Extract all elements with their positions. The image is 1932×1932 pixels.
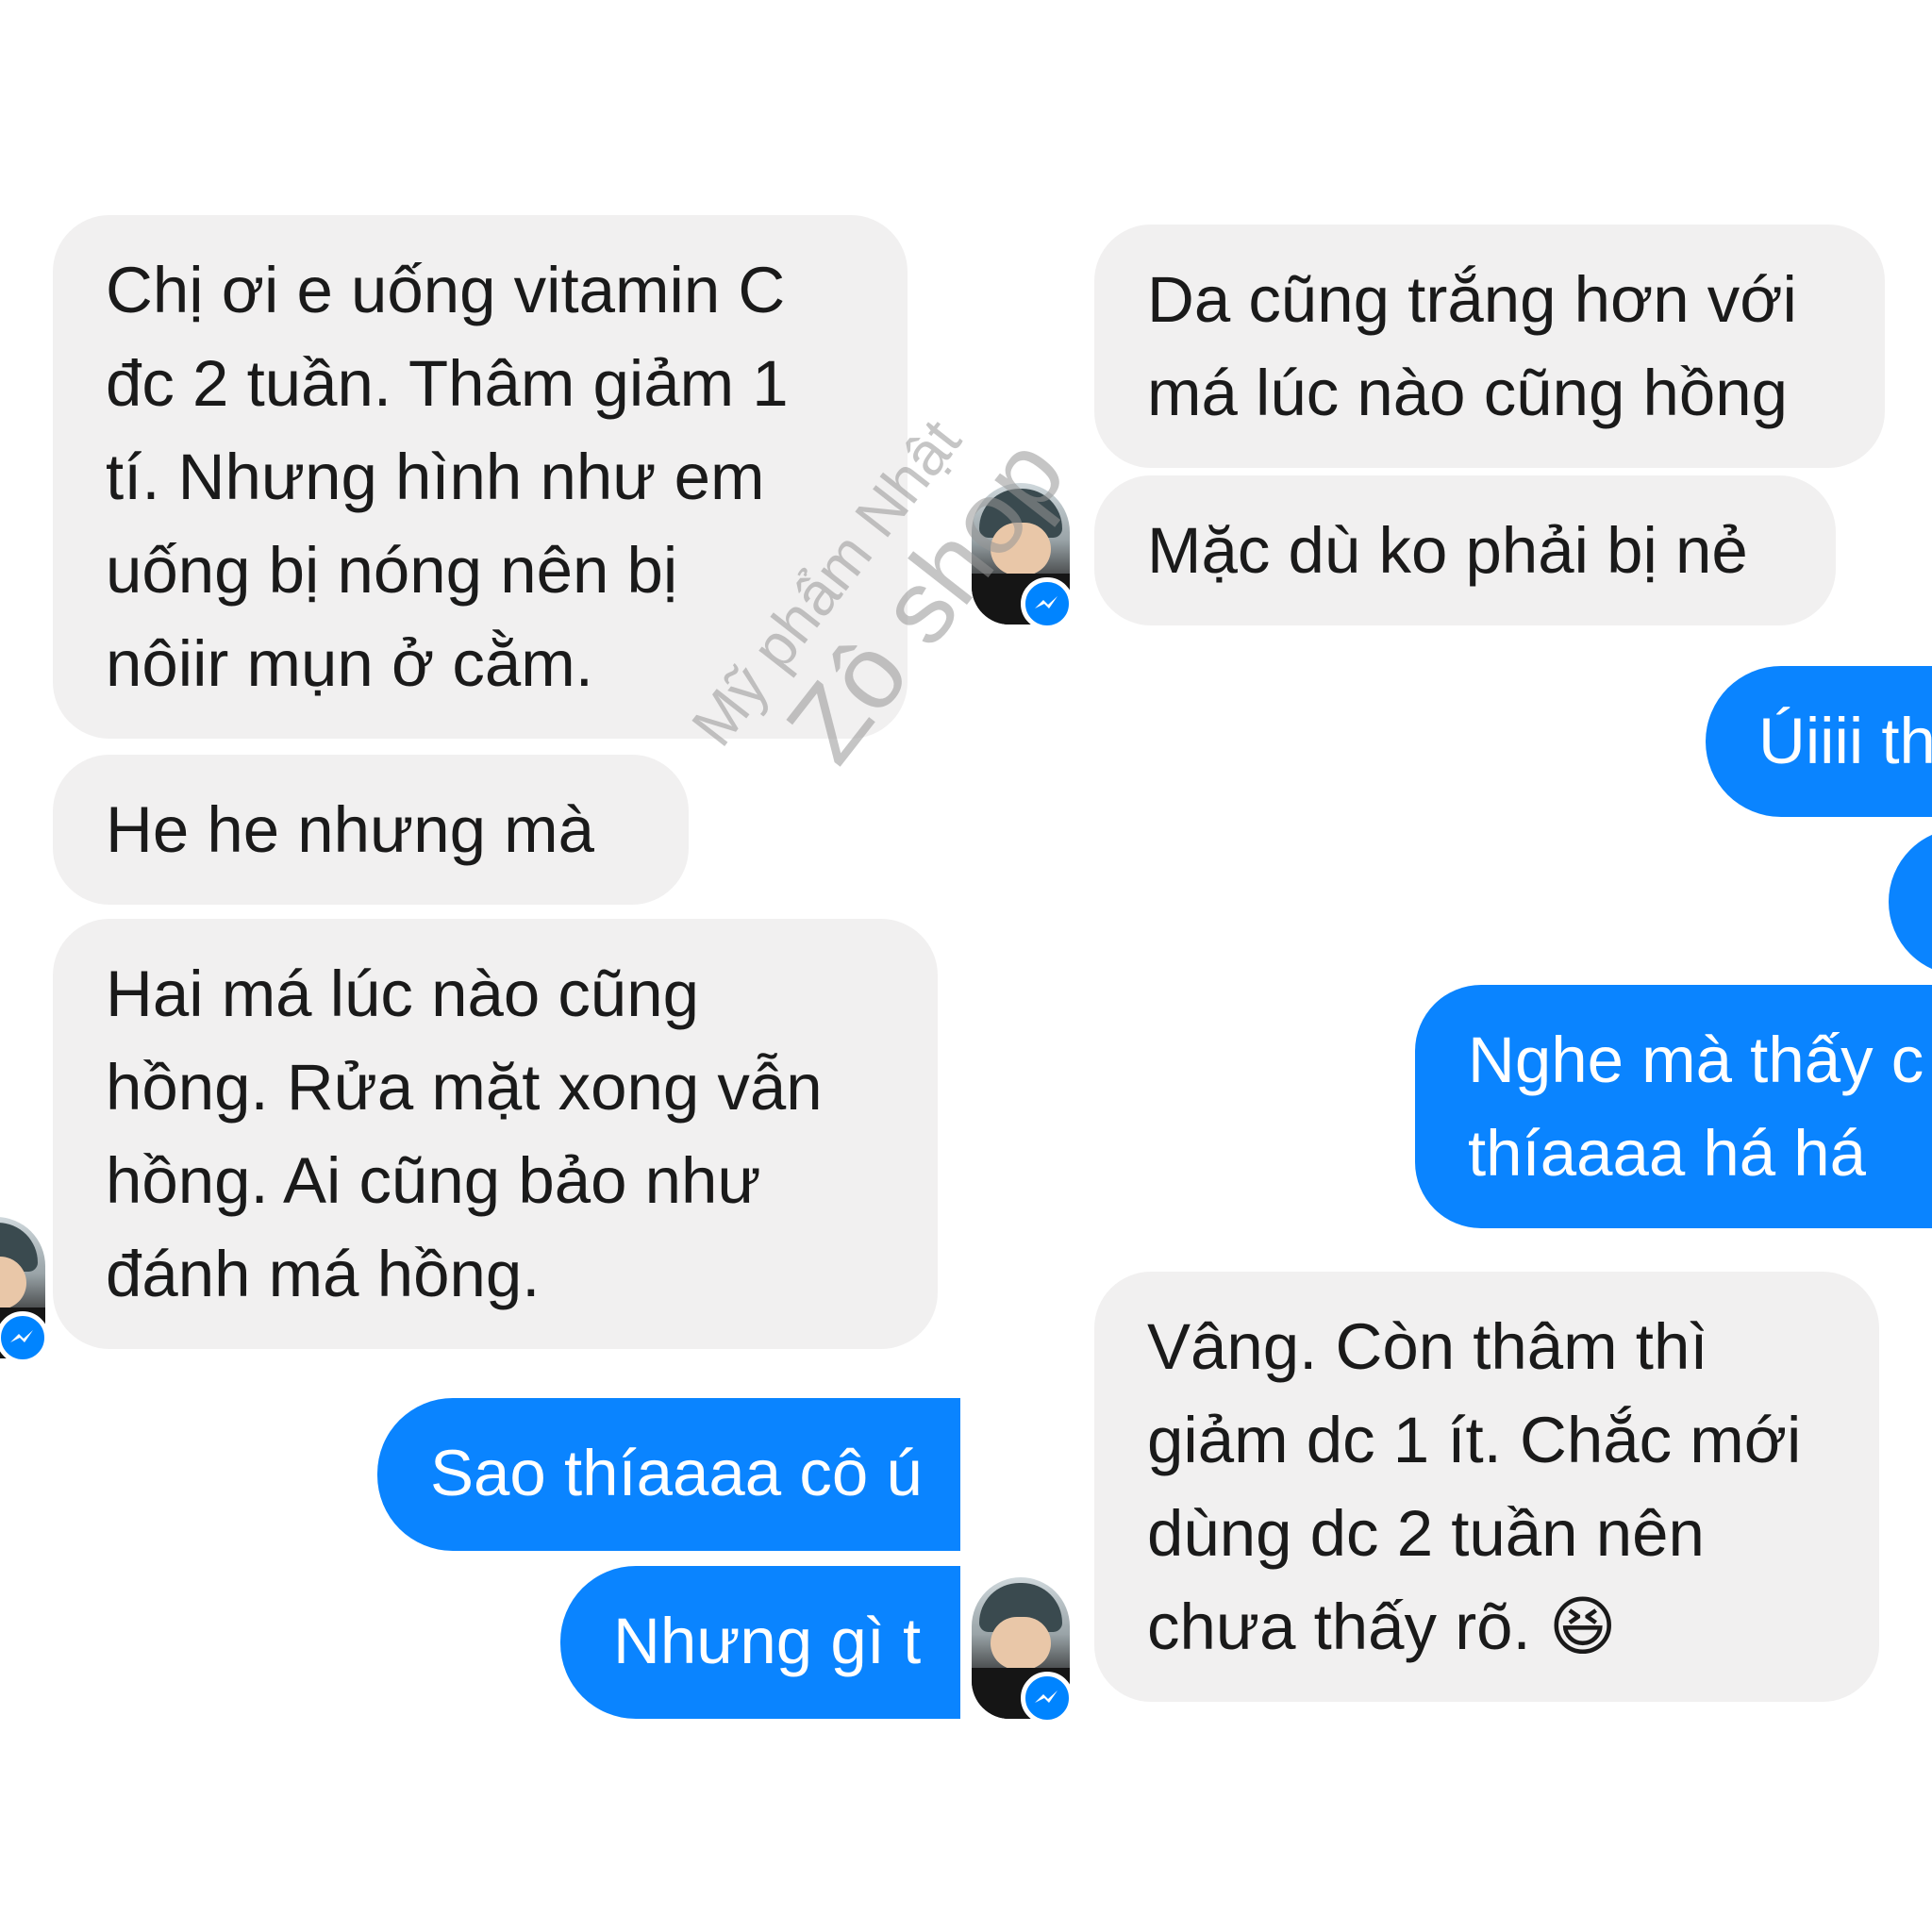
- contact-avatar[interactable]: [972, 483, 1074, 630]
- incoming-message: Chị ơi e uống vitamin C đc 2 tuần. Thâm …: [53, 215, 908, 739]
- contact-avatar[interactable]: [972, 1577, 1074, 1724]
- incoming-message: Vâng. Còn thâm thì giảm dc 1 ít. Chắc mớ…: [1094, 1272, 1879, 1702]
- incoming-message: Da cũng trắng hơn với má lúc nào cũng hồ…: [1094, 225, 1885, 468]
- messenger-badge-icon: [1021, 1672, 1074, 1724]
- incoming-message: Hai má lúc nào cũng hồng. Rửa mặt xong v…: [53, 919, 938, 1349]
- outgoing-message: Nhưng gì t: [560, 1566, 960, 1719]
- outgoing-message: Nghe mà thấy c thíaaaa há há: [1415, 985, 1932, 1228]
- incoming-message: He he nhưng mà: [53, 755, 689, 905]
- outgoing-message: Úiiii th: [1706, 666, 1932, 817]
- outgoing-message: Sao thíaaaa cô ú: [377, 1398, 960, 1551]
- contact-avatar[interactable]: [0, 1217, 49, 1364]
- right-chat-screenshot: Da cũng trắng hơn với má lúc nào cũng hồ…: [960, 0, 1932, 1932]
- left-chat-screenshot: Chị ơi e uống vitamin C đc 2 tuần. Thâm …: [0, 0, 960, 1932]
- messenger-badge-icon: [1021, 577, 1074, 630]
- messenger-badge-icon: [0, 1311, 49, 1364]
- outgoing-message: [1889, 828, 1932, 975]
- incoming-message: Mặc dù ko phải bị nẻ: [1094, 475, 1836, 625]
